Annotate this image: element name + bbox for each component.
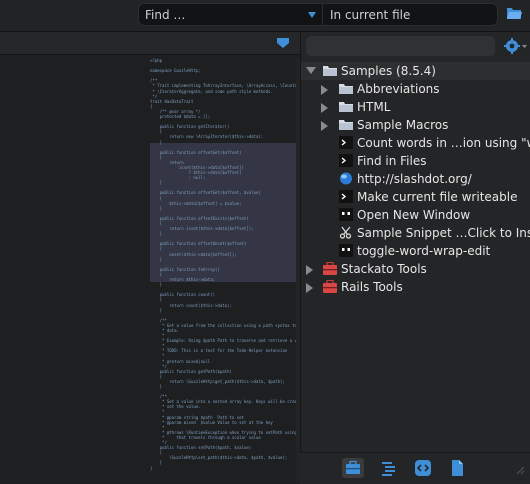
find-placeholder: Find … xyxy=(145,8,186,22)
source-code-icon xyxy=(415,460,431,476)
tree-item-sample-macros[interactable]: Sample Macros xyxy=(301,116,530,134)
toolbox-icon xyxy=(323,280,337,293)
tree-toolbox-stackato[interactable]: Stackato Tools xyxy=(301,260,530,278)
tree-item-label: Sample Snippet …Click to Insert xyxy=(357,226,530,240)
code-text: <?php namespace GuzzleHttp; /** * Trait … xyxy=(150,58,307,471)
command-icon xyxy=(339,136,353,149)
command-icon xyxy=(339,190,353,203)
tree-root-label: Samples (8.5.4) xyxy=(341,64,436,78)
macro-icon xyxy=(339,244,353,257)
folder-icon xyxy=(339,102,353,112)
toolbox-panel: Samples (8.5.4) Abbreviations HTML Sampl… xyxy=(300,32,530,483)
tree-item-label: Make current file writeable xyxy=(357,190,518,204)
tree-item-label: Abbreviations xyxy=(357,82,440,96)
source-tab[interactable] xyxy=(412,458,434,478)
scissors-icon xyxy=(339,226,352,239)
code-structure-icon xyxy=(382,462,395,476)
expand-triangle-icon[interactable] xyxy=(306,265,313,275)
toolbox-tab[interactable] xyxy=(342,458,364,478)
expand-triangle-icon[interactable] xyxy=(306,283,313,293)
collapse-triangle-icon[interactable] xyxy=(306,67,316,74)
folder-icon xyxy=(339,84,353,94)
scope-label: In current file xyxy=(330,8,411,22)
file-icon xyxy=(452,460,463,476)
toolbox-icon xyxy=(346,460,360,474)
code-editor[interactable]: <?php namespace GuzzleHttp; /** * Trait … xyxy=(0,32,307,483)
command-icon xyxy=(339,154,353,167)
toolbox-filter-input[interactable] xyxy=(306,36,495,56)
folder-open-icon[interactable] xyxy=(506,6,522,20)
tree-item-label: http://slashdot.org/ xyxy=(357,172,472,186)
tree-item-slashdot-url[interactable]: http://slashdot.org/ xyxy=(301,170,530,188)
tree-item-label: Count words in …ion using "wc" xyxy=(357,136,530,150)
expand-triangle-icon[interactable] xyxy=(321,85,328,95)
macro-icon xyxy=(339,208,353,221)
resize-grip-icon[interactable] xyxy=(515,465,525,475)
find-dropdown-icon[interactable] xyxy=(308,12,316,18)
tree-item-html[interactable]: HTML xyxy=(301,98,530,116)
tree-item-find-in-files[interactable]: Find in Files xyxy=(301,152,530,170)
toolbox-label: Rails Tools xyxy=(341,280,403,294)
panel-tab-bar xyxy=(300,452,530,484)
folder-icon xyxy=(339,120,353,130)
top-toolbar: Find … In current file xyxy=(0,0,530,32)
tree-item-label: Sample Macros xyxy=(357,118,449,132)
tree-item-open-new-window[interactable]: Open New Window xyxy=(301,206,530,224)
scope-select[interactable]: In current file xyxy=(323,3,498,26)
file-tab[interactable] xyxy=(446,458,468,478)
tree-item-label: toggle-word-wrap-edit xyxy=(357,244,491,258)
tree-item-toggle-word-wrap[interactable]: toggle-word-wrap-edit xyxy=(301,242,530,260)
tree-item-label: HTML xyxy=(357,100,391,114)
editor-toolbar xyxy=(0,32,300,55)
toolbox-label: Stackato Tools xyxy=(341,262,427,276)
find-input[interactable]: Find … xyxy=(138,3,323,26)
tree-item-label: Open New Window xyxy=(357,208,471,222)
code-browser-tab[interactable] xyxy=(378,458,400,478)
expand-triangle-icon[interactable] xyxy=(321,121,328,131)
tree-item-label: Find in Files xyxy=(357,154,427,168)
gear-icon[interactable] xyxy=(503,37,527,55)
toolbox-icon xyxy=(323,262,337,275)
tree-root-samples[interactable]: Samples (8.5.4) xyxy=(301,62,530,80)
folder-icon xyxy=(323,66,337,76)
expand-triangle-icon[interactable] xyxy=(321,103,328,113)
globe-icon xyxy=(340,172,352,185)
tree-item-count-words[interactable]: Count words in …ion using "wc" xyxy=(301,134,530,152)
tree-toolbox-rails[interactable]: Rails Tools xyxy=(301,278,530,296)
bookmark-icon[interactable] xyxy=(275,36,291,50)
tree-item-abbreviations[interactable]: Abbreviations xyxy=(301,80,530,98)
tree-item-make-writeable[interactable]: Make current file writeable xyxy=(301,188,530,206)
tree-item-sample-snippet[interactable]: Sample Snippet …Click to Insert xyxy=(301,224,530,242)
